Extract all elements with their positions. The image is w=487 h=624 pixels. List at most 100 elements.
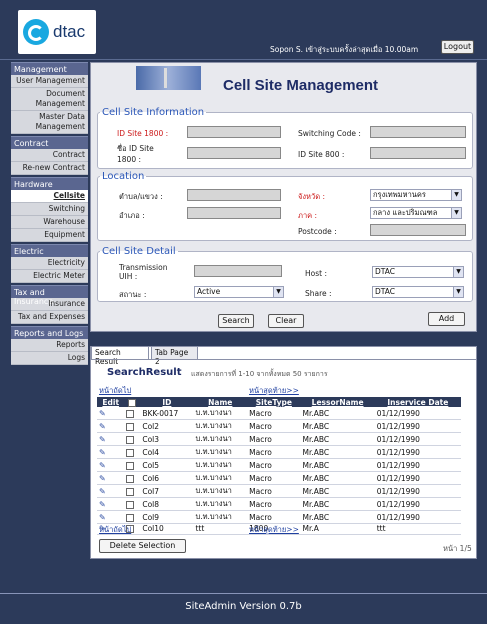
edit-icon[interactable]: ✎ — [99, 513, 106, 522]
table-row: ✎ Col8 บ.ท.บางนา Macro Mr.ABC 01/12/1990 — [97, 497, 461, 511]
checkbox-cell — [124, 432, 141, 446]
sidebar-item-warehouse[interactable]: Warehouse — [11, 216, 88, 229]
results-table: Edit ID Name SiteType LessorName Inservice Da… — [97, 397, 461, 535]
col-sitetype-cell: Macro — [247, 407, 301, 420]
table-row: ✎ Col4 บ.ท.บางนา Macro Mr.ABC 01/12/1990 — [97, 445, 461, 459]
tab-divider — [91, 359, 476, 360]
sidebar-item-reports[interactable]: Reports — [11, 339, 88, 352]
sidebar-item-switching[interactable]: Switching — [11, 203, 88, 216]
page-indicator: หน้า 1/5 — [443, 544, 472, 553]
col-sitetype-header[interactable]: SiteType — [247, 397, 301, 407]
sidebar-item-contract[interactable]: Contract — [11, 149, 88, 162]
edit-icon[interactable]: ✎ — [99, 448, 106, 457]
host-select[interactable]: DTAC ▼ — [372, 266, 464, 278]
row-checkbox[interactable] — [126, 422, 135, 431]
district-input[interactable] — [187, 207, 281, 219]
prev-page-link-top[interactable]: หน้าถัดไป — [99, 385, 131, 397]
prev-page-link-bottom[interactable]: หน้าถัดไป — [99, 524, 131, 536]
col-id-header[interactable]: ID — [140, 397, 194, 407]
clear-button[interactable]: Clear — [268, 314, 304, 328]
col-inservice-date-cell: 01/12/1990 — [374, 497, 461, 511]
row-checkbox[interactable] — [126, 461, 135, 470]
tab-page-2[interactable]: Tab Page 2 — [151, 346, 198, 366]
col-name-cell: บ.ท.บางนา — [193, 458, 248, 472]
delete-selection-button[interactable]: Delete Selection — [99, 539, 186, 553]
col-inservice-date-cell: 01/12/1990 — [374, 419, 461, 433]
edit-cell: ✎ — [97, 432, 125, 446]
edit-icon[interactable]: ✎ — [99, 474, 106, 483]
checkbox-cell — [124, 407, 141, 420]
col-inservice-date-cell: 01/12/1990 — [374, 445, 461, 459]
id-site-800-input[interactable] — [370, 147, 466, 159]
row-checkbox[interactable] — [126, 513, 135, 522]
col-lessorname-header[interactable]: LessorName — [300, 397, 375, 407]
postcode-input[interactable] — [370, 224, 466, 236]
transmission-input[interactable] — [194, 265, 282, 277]
region-label: ภาค : — [298, 211, 318, 220]
row-checkbox[interactable] — [126, 409, 135, 418]
edit-icon[interactable]: ✎ — [99, 435, 106, 444]
switching-code-input[interactable] — [370, 126, 466, 138]
edit-icon[interactable]: ✎ — [99, 409, 106, 418]
row-checkbox[interactable] — [126, 474, 135, 483]
id-site-1800-input[interactable] — [187, 126, 281, 138]
transmission-label: Transmission UIH : — [119, 263, 168, 281]
name-id-site-1800-input[interactable] — [187, 147, 281, 159]
col-name-cell: ttt — [193, 523, 248, 535]
sidebar-item-tax-and-expenses[interactable]: Tax and Expenses — [11, 311, 88, 324]
search-button[interactable]: Search — [218, 314, 254, 328]
col-sitetype-cell: Macro — [247, 497, 301, 511]
edit-icon[interactable]: ✎ — [99, 500, 106, 509]
chevron-down-icon: ▼ — [451, 190, 461, 200]
district-label: อำเภอ : — [119, 211, 145, 220]
sidebar-item-equipment[interactable]: Equipment — [11, 229, 88, 242]
table-row: ✎ Col5 บ.ท.บางนา Macro Mr.ABC 01/12/1990 — [97, 458, 461, 472]
sidebar-item-cellsite[interactable]: Cellsite — [11, 190, 88, 203]
col-name-cell: บ.ท.บางนา — [193, 445, 248, 459]
sidebar-item-re-new-contract[interactable]: Re-new Contract — [11, 162, 88, 175]
col-name-cell: บ.ท.บางนา — [193, 471, 248, 485]
last-page-link-bottom[interactable]: หน้าสุดท้าย>> — [249, 524, 299, 536]
province-select[interactable]: กรุงเทพมหานคร ▼ — [370, 189, 462, 201]
col-name-header[interactable]: Name — [193, 397, 248, 407]
row-checkbox[interactable] — [126, 487, 135, 496]
edit-cell: ✎ — [97, 484, 125, 498]
postcode-label: Postcode : — [298, 227, 337, 236]
tab-search-result[interactable]: Search Result — [91, 346, 149, 366]
edit-cell: ✎ — [97, 445, 125, 459]
status-select[interactable]: Active ▼ — [194, 286, 284, 298]
row-checkbox[interactable] — [126, 435, 135, 444]
row-checkbox[interactable] — [126, 500, 135, 509]
col-inservice-date-cell: 01/12/1990 — [374, 432, 461, 446]
col-lessorname-cell: Mr.ABC — [300, 445, 375, 459]
col-sitetype-cell: Macro — [247, 419, 301, 433]
col-name-cell: บ.ท.บางนา — [193, 510, 248, 524]
region-select[interactable]: กลาง และปริมณฑล ▼ — [370, 207, 462, 219]
logout-button[interactable]: Logout — [441, 40, 474, 54]
col-inservice-date-header[interactable]: Inservice Date — [374, 397, 461, 407]
sidebar-section-management: Management — [11, 62, 88, 75]
edit-icon[interactable]: ✎ — [99, 422, 106, 431]
status-value: Active — [197, 287, 221, 296]
sidebar-item-electric-meter[interactable]: Electric Meter — [11, 270, 88, 283]
col-inservice-date-cell: 01/12/1990 — [374, 407, 461, 420]
share-label: Share : — [305, 289, 332, 298]
edit-icon[interactable]: ✎ — [99, 487, 106, 496]
results-title: SearchResult — [107, 367, 182, 378]
last-page-link-top[interactable]: หน้าสุดท้าย>> — [249, 385, 299, 397]
col-lessorname-cell: Mr.ABC — [300, 510, 375, 524]
share-select[interactable]: DTAC ▼ — [372, 286, 464, 298]
add-button[interactable]: Add — [428, 312, 465, 326]
col-lessorname-cell: Mr.ABC — [300, 458, 375, 472]
sidebar-item-electricity[interactable]: Electricity — [11, 257, 88, 270]
sidebar-item-document-management[interactable]: Document Management — [11, 88, 88, 111]
col-inservice-date-cell: 01/12/1990 — [374, 484, 461, 498]
edit-icon[interactable]: ✎ — [99, 461, 106, 470]
select-all-checkbox[interactable] — [128, 398, 137, 407]
sidebar-item-user-management[interactable]: User Management — [11, 75, 88, 88]
sidebar-item-logs[interactable]: Logs — [11, 352, 88, 365]
sidebar-item-master-data-management[interactable]: Master Data Management — [11, 111, 88, 134]
row-checkbox[interactable] — [126, 448, 135, 457]
subdistrict-input[interactable] — [187, 189, 281, 201]
col-id-cell: Col5 — [140, 458, 194, 472]
